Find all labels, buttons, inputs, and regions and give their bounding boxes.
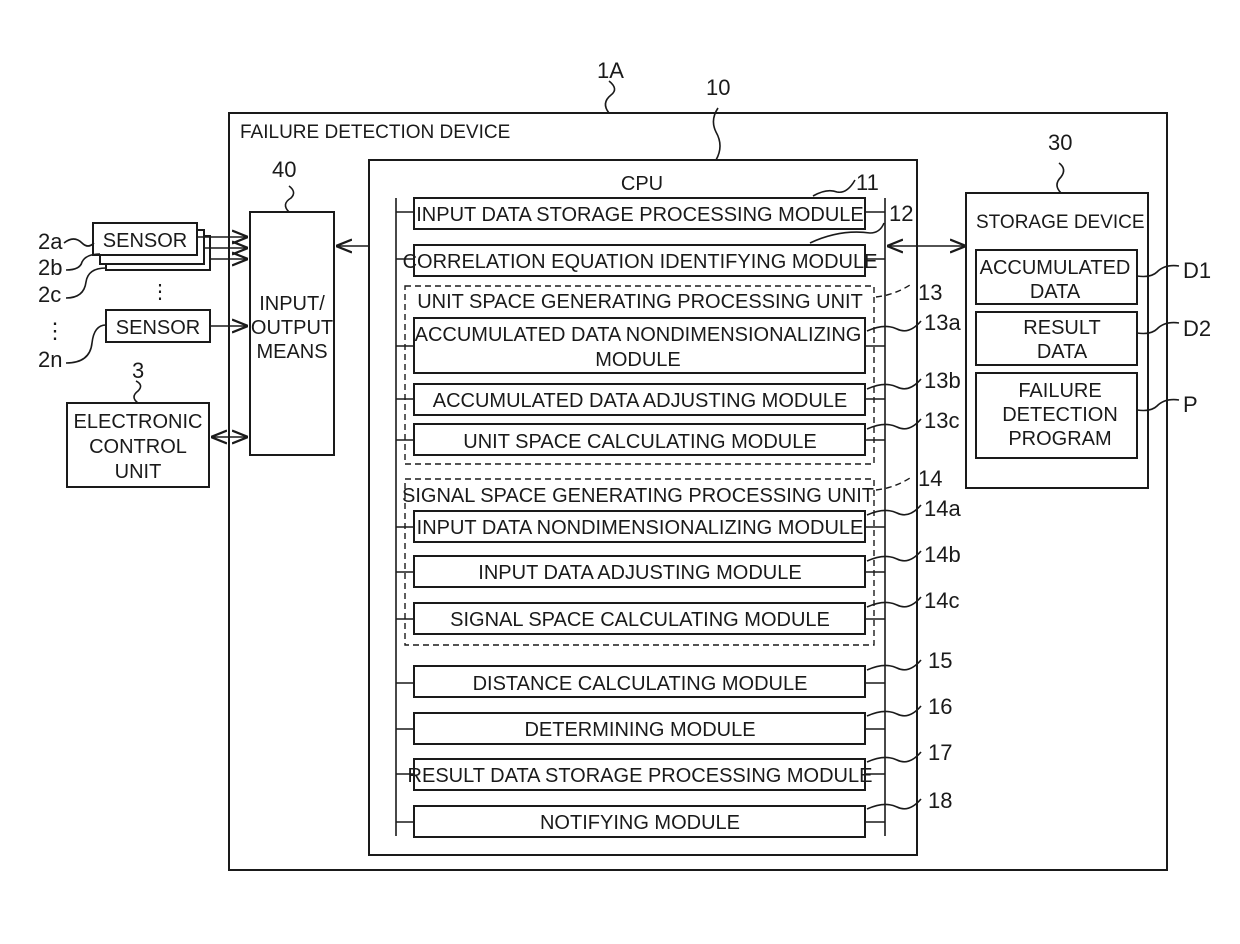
- module-15-label: DISTANCE CALCULATING MODULE: [473, 673, 808, 695]
- signal-space-label: SIGNAL SPACE GENERATING PROCESSING UNIT: [402, 485, 874, 507]
- ref-3: 3: [132, 358, 144, 383]
- failure-detection-diagram: FAILURE DETECTION DEVICE 1A INPUT/ OUTPU…: [38, 58, 1211, 871]
- cpu-label: CPU: [621, 173, 663, 195]
- ref-14: 14: [918, 466, 942, 491]
- ref-ellipsis: ⋮: [44, 318, 66, 343]
- storage-D2-label-2: DATA: [1037, 341, 1088, 363]
- module-14b-label: INPUT DATA ADJUSTING MODULE: [478, 562, 801, 584]
- io-label-1: INPUT/: [259, 293, 325, 315]
- ref-10: 10: [706, 75, 730, 100]
- ref-1A: 1A: [597, 58, 624, 83]
- ref-40: 40: [272, 157, 296, 182]
- ref-2a: 2a: [38, 229, 63, 254]
- ref-18: 18: [928, 788, 952, 813]
- sensor-ellipsis: ⋮: [150, 281, 170, 303]
- ref-2b: 2b: [38, 255, 62, 280]
- ref-13: 13: [918, 280, 942, 305]
- leader-2b: [65, 253, 101, 271]
- module-14c-label: SIGNAL SPACE CALCULATING MODULE: [450, 609, 830, 631]
- storage-D1-label-2: DATA: [1030, 281, 1081, 303]
- ref-D1: D1: [1183, 258, 1211, 283]
- module-17-label: RESULT DATA STORAGE PROCESSING MODULE: [408, 765, 873, 787]
- storage-P-label-3: PROGRAM: [1008, 428, 1111, 450]
- leader-2c: [65, 267, 107, 299]
- storage-P-label-1: FAILURE: [1018, 380, 1101, 402]
- storage-D1-label-1: ACCUMULATED: [980, 257, 1131, 279]
- module-12-label: CORRELATION EQUATION IDENTIFYING MODULE: [403, 251, 878, 273]
- ref-14b: 14b: [924, 542, 961, 567]
- leader-3: [133, 380, 142, 404]
- ref-30: 30: [1048, 130, 1072, 155]
- unit-space-label: UNIT SPACE GENERATING PROCESSING UNIT: [417, 291, 863, 313]
- storage-item-D1: ACCUMULATED DATA D1: [975, 249, 1211, 305]
- module-14a-label: INPUT DATA NONDIMENSIONALIZING MODULE: [417, 517, 864, 539]
- ecu-label-3: UNIT: [115, 461, 162, 483]
- ecu-label-2: CONTROL: [89, 436, 187, 458]
- io-label-2: OUTPUT: [251, 317, 333, 339]
- ref-16: 16: [928, 694, 952, 719]
- ref-13c: 13c: [924, 408, 959, 433]
- io-label-3: MEANS: [256, 341, 327, 363]
- ref-12: 12: [889, 201, 913, 226]
- ref-17: 17: [928, 740, 952, 765]
- sensor-2a-label: SENSOR: [103, 230, 187, 252]
- ref-2c: 2c: [38, 282, 61, 307]
- module-16-label: DETERMINING MODULE: [524, 719, 755, 741]
- leader-1A: [604, 80, 616, 114]
- storage-P-label-2: DETECTION: [1002, 404, 1118, 426]
- ref-15: 15: [928, 648, 952, 673]
- storage-device-label: STORAGE DEVICE: [976, 212, 1145, 233]
- leader-2a: [63, 238, 95, 247]
- module-13b-label: ACCUMULATED DATA ADJUSTING MODULE: [433, 390, 848, 412]
- leader-2n: [65, 324, 107, 364]
- storage-D2-label-1: RESULT: [1023, 317, 1100, 339]
- module-11-label: INPUT DATA STORAGE PROCESSING MODULE: [416, 204, 864, 226]
- module-13a-label-2: MODULE: [595, 349, 681, 371]
- ref-14a: 14a: [924, 496, 961, 521]
- ref-14c: 14c: [924, 588, 959, 613]
- ecu-label-1: ELECTRONIC: [74, 411, 203, 433]
- storage-item-D2: RESULT DATA D2: [975, 311, 1211, 366]
- sensor-2n-label: SENSOR: [116, 317, 200, 339]
- ref-P: P: [1183, 392, 1198, 417]
- device-label: FAILURE DETECTION DEVICE: [240, 122, 510, 143]
- ref-11: 11: [856, 170, 879, 195]
- module-18-label: NOTIFYING MODULE: [540, 812, 740, 834]
- ref-13a: 13a: [924, 310, 961, 335]
- ref-2n: 2n: [38, 347, 62, 372]
- module-13a-label-1: ACCUMULATED DATA NONDIMENSIONALIZING: [415, 324, 862, 346]
- module-13c-label: UNIT SPACE CALCULATING MODULE: [463, 431, 816, 453]
- ref-D2: D2: [1183, 316, 1211, 341]
- ref-13b: 13b: [924, 368, 961, 393]
